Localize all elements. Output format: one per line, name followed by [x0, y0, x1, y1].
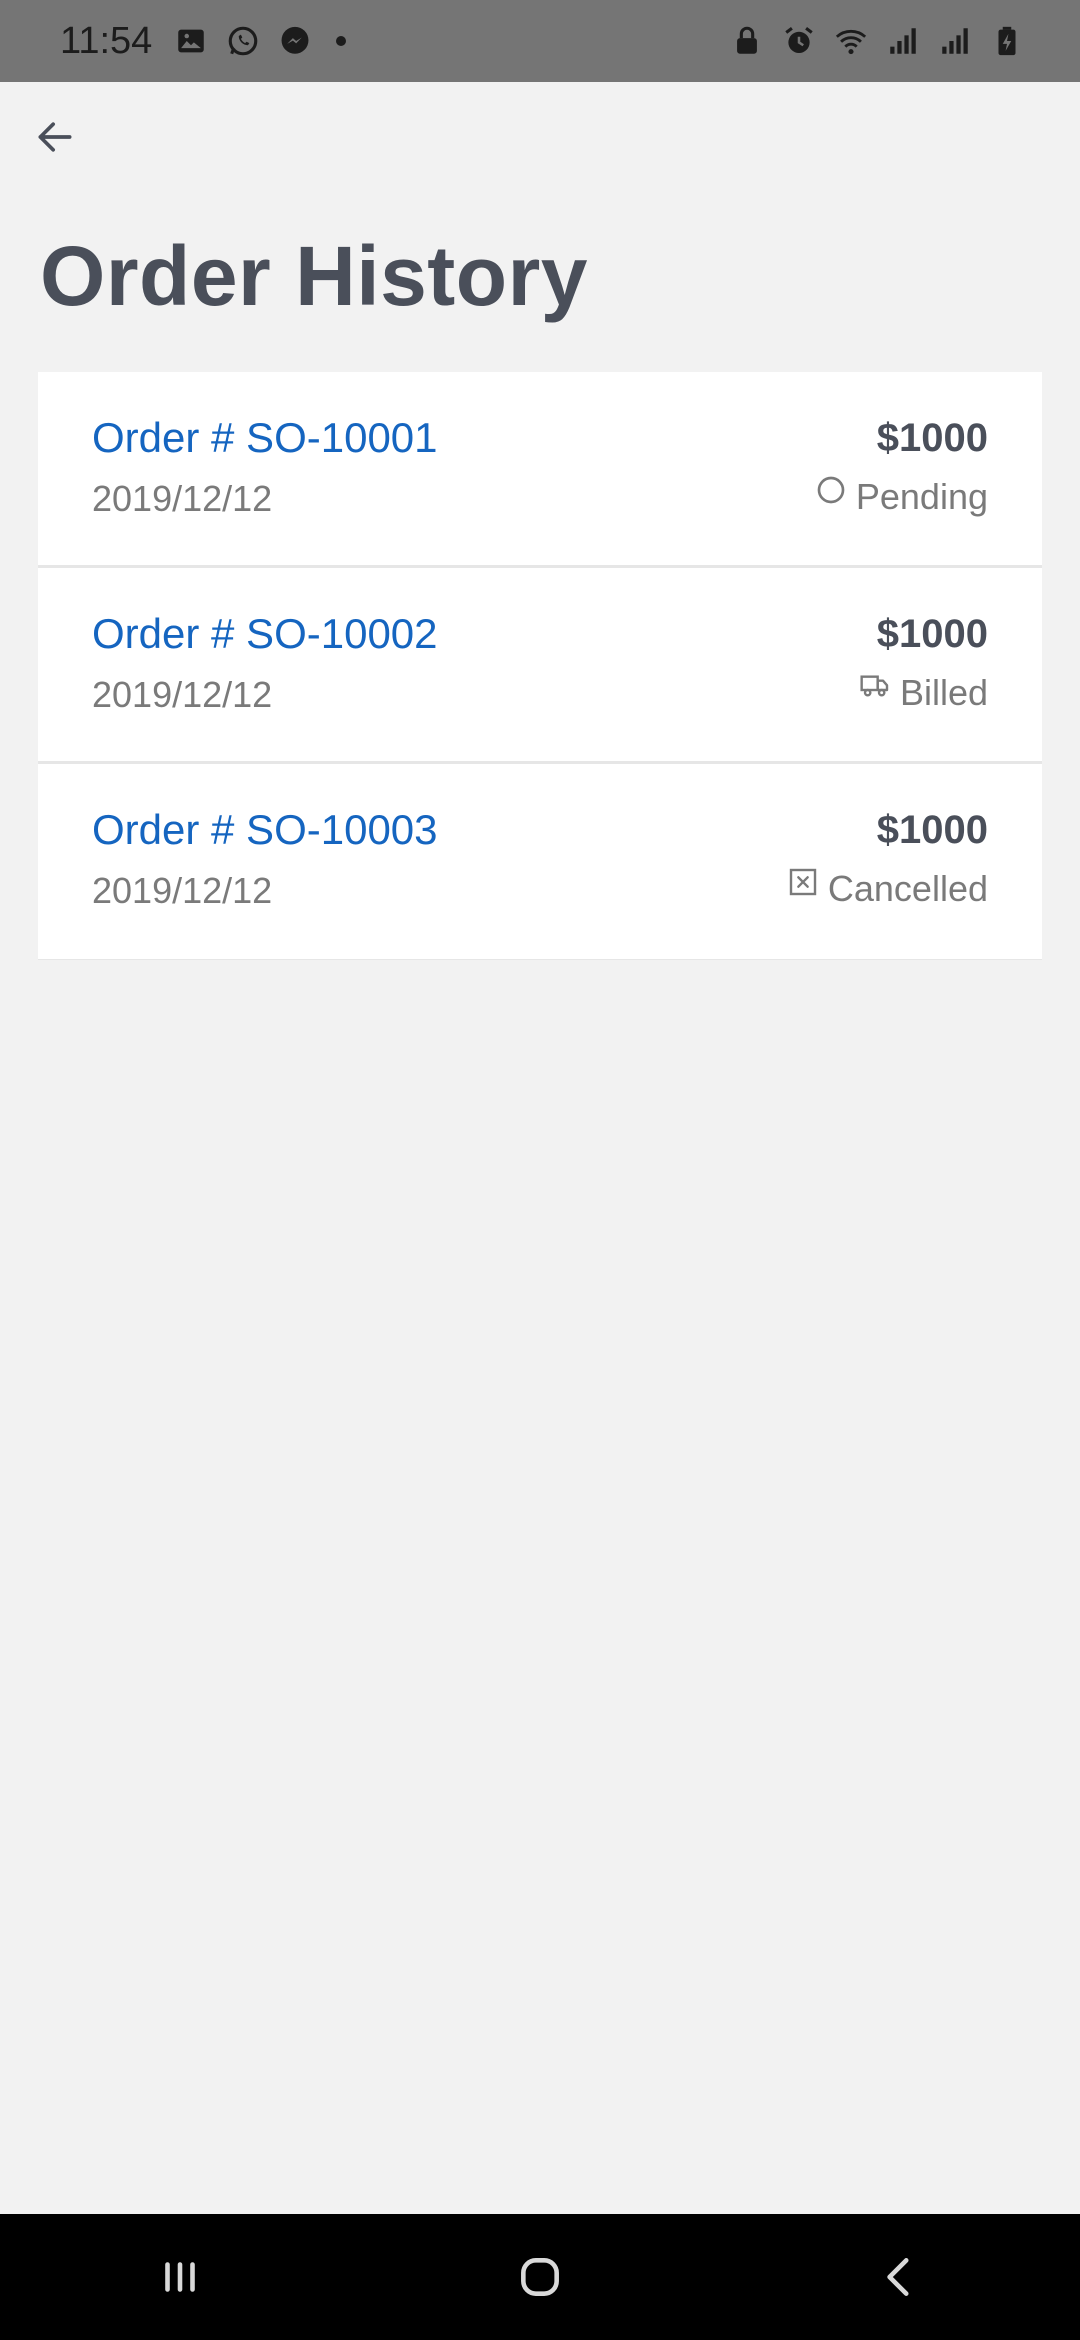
order-date: 2019/12/12 — [92, 870, 273, 911]
status-bar-left: 11:54 — [60, 19, 347, 63]
order-status-label: Cancelled — [827, 868, 988, 909]
system-nav-bar — [0, 2214, 1080, 2340]
status-bar: 11:54 — [0, 0, 1080, 82]
order-list: Order # SO-10001 2019/12/12 $1000 Pendin… — [38, 372, 1042, 960]
order-date: 2019/12/12 — [92, 674, 273, 715]
order-id[interactable]: Order # SO-10001 — [92, 414, 438, 462]
system-back-button[interactable] — [840, 2227, 960, 2327]
order-date: 2019/12/12 — [92, 478, 273, 519]
circle-icon — [814, 474, 848, 508]
wifi-icon — [832, 22, 870, 60]
order-item[interactable]: Order # SO-10002 2019/12/12 $1000 Billed — [38, 568, 1042, 764]
alarm-icon — [780, 22, 818, 60]
x-square-icon — [786, 866, 820, 900]
status-bar-right — [728, 22, 1026, 60]
back-button[interactable] — [22, 104, 88, 170]
home-button[interactable] — [480, 2227, 600, 2327]
app-bar — [0, 82, 1080, 198]
order-status: Billed — [858, 672, 988, 714]
truck-icon — [858, 670, 892, 704]
whatsapp-icon — [224, 22, 262, 60]
recent-apps-button[interactable] — [120, 2227, 240, 2327]
order-amount: $1000 — [876, 612, 988, 656]
order-amount: $1000 — [876, 808, 988, 852]
recent-apps-icon — [165, 2262, 195, 2292]
order-status-label: Billed — [899, 672, 988, 713]
gallery-icon — [172, 22, 210, 60]
order-item[interactable]: Order # SO-10003 2019/12/12 $1000 Cancel… — [38, 764, 1042, 960]
order-id[interactable]: Order # SO-10002 — [92, 610, 438, 658]
arrow-left-icon — [38, 122, 72, 152]
notification-dot — [336, 36, 347, 46]
signal-icon — [884, 22, 922, 60]
order-amount: $1000 — [876, 416, 988, 460]
order-status: Pending — [814, 476, 988, 518]
order-id[interactable]: Order # SO-10003 — [92, 806, 438, 854]
signal-icon — [936, 22, 974, 60]
page-title: Order History — [40, 229, 588, 323]
back-icon — [887, 2258, 909, 2296]
order-item[interactable]: Order # SO-10001 2019/12/12 $1000 Pendin… — [38, 372, 1042, 568]
battery-icon — [988, 22, 1026, 60]
status-time: 11:54 — [60, 19, 153, 62]
messenger-icon — [276, 22, 314, 60]
order-status-label: Pending — [855, 476, 988, 517]
lock-icon — [728, 22, 766, 60]
order-status: Cancelled — [786, 868, 988, 910]
home-icon — [521, 2258, 559, 2296]
